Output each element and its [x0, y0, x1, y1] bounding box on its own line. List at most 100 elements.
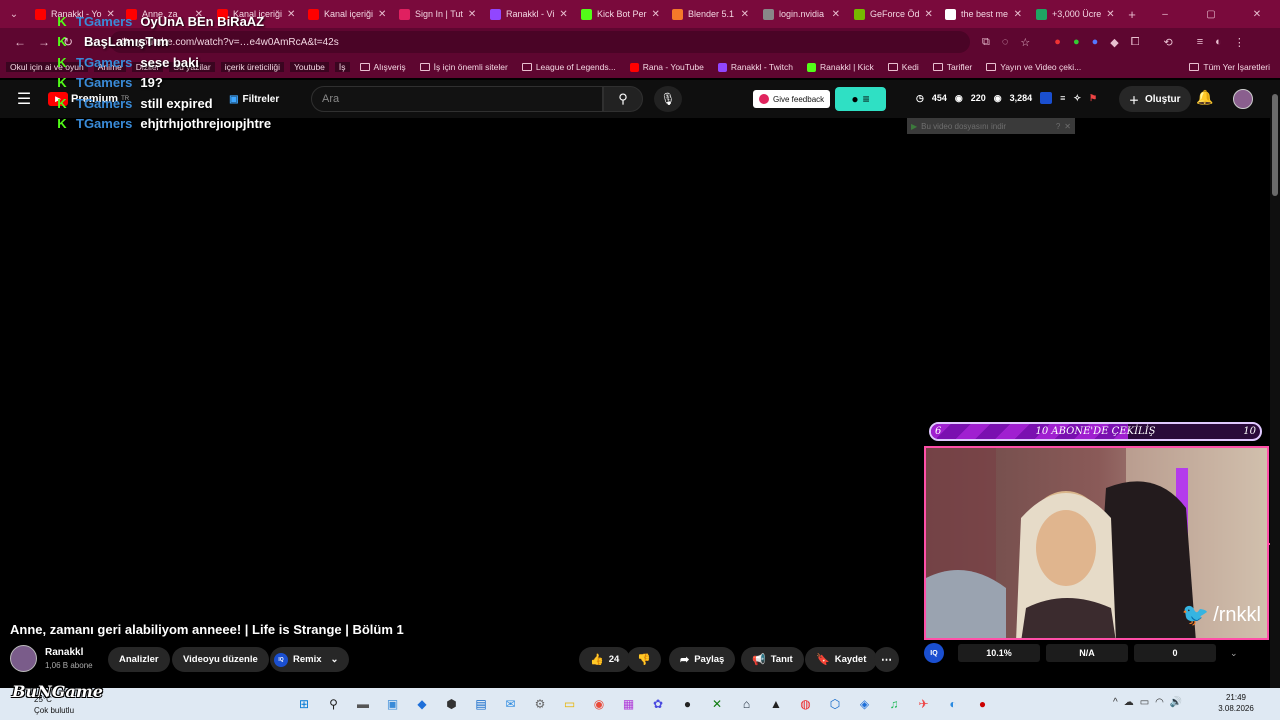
account-avatar[interactable] [1233, 89, 1253, 109]
browser-tab[interactable]: +3,000 Ücre ✕ [1029, 0, 1120, 28]
create-button[interactable]: ＋ Oluştur [1119, 86, 1191, 112]
new-tab-button[interactable]: + [1120, 7, 1144, 22]
chevron-up-icon[interactable]: ^ [1113, 697, 1118, 708]
channel-name[interactable]: Ranakkl [45, 647, 83, 658]
browser-tab[interactable]: Ranakkl - Vi ✕ [483, 0, 574, 28]
taskbar-app-icon[interactable]: ● [676, 692, 700, 716]
extension-icon[interactable]: ● [1073, 36, 1080, 48]
taskbar-app-icon[interactable]: ● [971, 692, 995, 716]
bookmark-item[interactable]: Ranakkl - Twitch [714, 62, 797, 72]
analytics-button[interactable]: Analizler [108, 647, 170, 672]
close-tab-icon[interactable]: ✕ [468, 9, 476, 20]
bookmark-item[interactable]: Rana - YouTube [626, 62, 708, 72]
taskbar-app-icon[interactable]: ▲ [764, 692, 788, 716]
more-actions-button[interactable]: ⋯ [874, 647, 899, 672]
page-scrollbar[interactable] [1270, 80, 1280, 688]
taskbar-app-icon[interactable]: ◍ [794, 692, 818, 716]
taskbar-app-icon[interactable]: ◉ [587, 692, 611, 716]
reading-list-icon[interactable]: ≡ [1197, 36, 1203, 48]
browser-tab[interactable]: Sign In | Tut ✕ [392, 0, 483, 28]
list-icon[interactable]: ≡ [1060, 93, 1065, 103]
notifications-bell-icon[interactable]: 🔔 [1196, 89, 1213, 106]
extension-button[interactable]: ● ≡ [835, 87, 886, 111]
close-window-icon[interactable]: ✕ [1234, 9, 1280, 20]
close-tab-icon[interactable]: ✕ [1106, 9, 1114, 20]
extension-icon[interactable]: ◆ [1110, 36, 1118, 49]
search-button[interactable]: ⚲ [603, 86, 643, 112]
browser-menu-icon[interactable]: ⋮ [1234, 36, 1245, 49]
like-button[interactable]: 👍 24 [579, 647, 631, 672]
browser-tab[interactable]: the best me ✕ [938, 0, 1029, 28]
taskbar-app-icon[interactable]: ⌂ [735, 692, 759, 716]
forward-icon[interactable]: → [32, 35, 56, 49]
save-button[interactable]: 🔖 Kaydet [805, 647, 878, 672]
taskbar-app-icon[interactable]: ▣ [381, 692, 405, 716]
profile-icon[interactable]: ◐ [1215, 36, 1222, 48]
close-tab-icon[interactable]: ✕ [741, 9, 749, 20]
remix-button[interactable]: IQ Remix ⌄ [270, 647, 350, 672]
taskbar-app-icon[interactable]: ⚙ [528, 692, 552, 716]
taskbar-app-icon[interactable]: ✕ [705, 692, 729, 716]
extension-logo[interactable]: IQ [924, 643, 944, 663]
taskbar-app-icon[interactable]: ⊞ [292, 692, 316, 716]
wifi-icon[interactable]: ◠ [1155, 697, 1164, 708]
close-tab-icon[interactable]: ✕ [559, 9, 567, 20]
taskbar-app-icon[interactable]: ⬡ [823, 692, 847, 716]
close-icon[interactable]: ✕ [1064, 122, 1071, 131]
browser-tab[interactable]: GeForce Öd ✕ [847, 0, 938, 28]
install-icon[interactable]: ⧉ [982, 36, 990, 49]
bookmark-item[interactable]: Kedi [884, 62, 923, 72]
back-icon[interactable]: ← [8, 35, 32, 49]
chevron-down-icon[interactable]: ⌄ [1230, 648, 1238, 659]
scrollbar-thumb[interactable] [1272, 94, 1278, 196]
browser-tab[interactable]: login.nvidia ✕ [756, 0, 847, 28]
volume-icon[interactable]: 🔊 [1170, 697, 1182, 708]
download-banner[interactable]: ▶ Bu video dosyasını indir ? ✕ [907, 118, 1075, 134]
help-icon[interactable]: ? [1056, 122, 1060, 131]
bookmark-item[interactable]: Alışveriş [356, 62, 410, 72]
taskbar-app-icon[interactable]: ✈ [912, 692, 936, 716]
clock[interactable]: 21:49 3.08.2026 [1214, 692, 1258, 714]
maximize-icon[interactable]: ▢ [1188, 9, 1234, 20]
browser-tab[interactable]: Kick Bot Per ✕ [574, 0, 665, 28]
close-tab-icon[interactable]: ✕ [925, 9, 933, 20]
give-feedback-button[interactable]: Give feedback [753, 90, 831, 108]
extensions-puzzle-icon[interactable]: ⧠ [1131, 36, 1140, 49]
video-player[interactable] [0, 118, 922, 613]
promote-button[interactable]: 📢 Tanıt [741, 647, 804, 672]
taskbar-app-icon[interactable]: ✿ [646, 692, 670, 716]
close-tab-icon[interactable]: ✕ [832, 9, 840, 20]
extension-icon[interactable] [1040, 92, 1053, 104]
eye-off-icon[interactable]: ◌ [1002, 36, 1009, 48]
all-bookmarks[interactable]: Tüm Yer İşaretleri [1185, 62, 1274, 72]
bookmark-item[interactable]: League of Legends... [518, 62, 620, 72]
taskbar-app-icon[interactable]: ◈ [853, 692, 877, 716]
history-icon[interactable]: ⟲ [1164, 36, 1173, 49]
extension-icon[interactable]: ● [1054, 36, 1061, 48]
close-tab-icon[interactable]: ✕ [378, 9, 386, 20]
taskbar-app-icon[interactable]: ▭ [558, 692, 582, 716]
tab-search-icon[interactable]: ⌄ [0, 9, 28, 20]
share-button[interactable]: ➦ Paylaş [669, 647, 736, 672]
bookmark-item[interactable]: Ranakkl | Kick [803, 62, 878, 72]
edit-video-button[interactable]: Videoyu düzenle [172, 647, 269, 672]
close-tab-icon[interactable]: ✕ [652, 9, 660, 20]
browser-tab[interactable]: Blender 5.1 ✕ [665, 0, 756, 28]
weather-widget[interactable]: BuNGame 25°C Çok bulutlu [8, 682, 103, 718]
bookmark-item[interactable]: Yayın ve Video çeki... [982, 62, 1085, 72]
taskbar-app-icon[interactable]: ▦ [617, 692, 641, 716]
taskbar-app-icon[interactable]: ⚲ [322, 692, 346, 716]
taskbar-app-icon[interactable]: ◐ [941, 692, 965, 716]
cloud-icon[interactable]: ☁ [1124, 697, 1134, 708]
dislike-button[interactable]: 👎 [627, 647, 661, 672]
voice-search-button[interactable]: 🎙 [654, 86, 682, 112]
alert-icon[interactable]: ⚑ [1089, 93, 1097, 104]
taskbar-app-icon[interactable]: ▬ [351, 692, 375, 716]
taskbar-app-icon[interactable]: ⬢ [440, 692, 464, 716]
bookmark-item[interactable]: İş için önemli siteler [416, 62, 512, 72]
close-tab-icon[interactable]: ✕ [1014, 9, 1022, 20]
bookmark-star-icon[interactable]: ☆ [1020, 36, 1030, 49]
taskbar-app-icon[interactable]: ♫ [882, 692, 906, 716]
taskbar-app-icon[interactable]: ▤ [469, 692, 493, 716]
extension-icon[interactable]: ● [1092, 36, 1099, 48]
